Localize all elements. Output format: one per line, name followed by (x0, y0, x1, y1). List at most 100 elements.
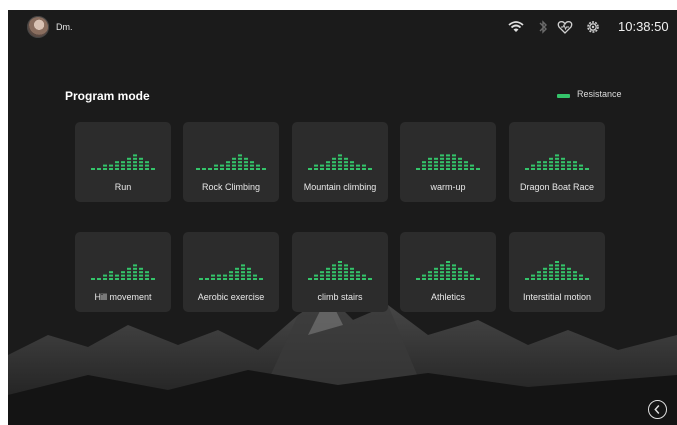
resistance-segment (428, 168, 432, 170)
resistance-segment (434, 164, 438, 167)
resistance-segment (416, 278, 420, 280)
gear-icon[interactable] (584, 18, 602, 36)
resistance-segment (326, 161, 330, 164)
resistance-segment (350, 161, 354, 164)
resistance-segment (555, 168, 559, 170)
resistance-segment (561, 157, 565, 160)
program-card[interactable]: Aerobic exercise (183, 232, 279, 312)
resistance-segment (332, 274, 336, 277)
resistance-segment (344, 271, 348, 274)
resistance-segment (103, 274, 107, 277)
resistance-segment (235, 267, 239, 270)
resistance-segment (133, 154, 137, 157)
resistance-segment (446, 271, 450, 274)
resistance-segment (238, 164, 242, 167)
resistance-segment (573, 168, 577, 170)
resistance-segment (428, 274, 432, 277)
resistance-segment (214, 168, 218, 170)
resistance-segment (543, 168, 547, 170)
resistance-segment (446, 274, 450, 277)
resistance-segment (247, 278, 251, 280)
heart-icon[interactable] (556, 18, 574, 36)
resistance-segment (338, 161, 342, 164)
resistance-segment (332, 264, 336, 267)
resistance-segment (549, 264, 553, 267)
resistance-segment (139, 168, 143, 170)
program-card[interactable]: Run (75, 122, 171, 202)
resistance-segment (561, 274, 565, 277)
resistance-segment (308, 278, 312, 280)
resistance-segment (259, 278, 263, 280)
program-label: Hill movement (94, 292, 152, 302)
resistance-segment (458, 157, 462, 160)
resistance-segment (428, 278, 432, 280)
resistance-segment (121, 164, 125, 167)
resistance-segment (555, 278, 559, 280)
resistance-segment (470, 278, 474, 280)
resistance-segment (127, 168, 131, 170)
wifi-icon[interactable] (507, 18, 525, 36)
program-card[interactable]: warm-up (400, 122, 496, 202)
resistance-segment (241, 271, 245, 274)
resistance-segment (145, 168, 149, 170)
program-card[interactable]: Rock Climbing (183, 122, 279, 202)
resistance-segment (537, 278, 541, 280)
resistance-segment (320, 271, 324, 274)
program-card[interactable]: Mountain climbing (292, 122, 388, 202)
resistance-segment (434, 161, 438, 164)
program-card[interactable]: Interstitial motion (509, 232, 605, 312)
resistance-segment (139, 267, 143, 270)
bluetooth-icon[interactable] (534, 18, 552, 36)
program-mode-screen: Dm. 10:38:50 Program mode Resistance Run… (8, 10, 677, 425)
program-card[interactable]: Athletics (400, 232, 496, 312)
resistance-segment (549, 168, 553, 170)
resistance-segment (115, 168, 119, 170)
resistance-segment (440, 271, 444, 274)
resistance-segment (531, 168, 535, 170)
resistance-profile (308, 261, 372, 280)
resistance-segment (350, 164, 354, 167)
resistance-segment (109, 278, 113, 280)
resistance-segment (368, 168, 372, 170)
resistance-segment (567, 161, 571, 164)
resistance-segment (452, 278, 456, 280)
program-card[interactable]: Dragon Boat Race (509, 122, 605, 202)
resistance-segment (133, 271, 137, 274)
resistance-segment (476, 168, 480, 170)
program-label: warm-up (430, 182, 466, 192)
resistance-segment (320, 278, 324, 280)
resistance-segment (416, 168, 420, 170)
back-button[interactable] (648, 400, 667, 419)
resistance-segment (543, 161, 547, 164)
resistance-segment (314, 278, 318, 280)
resistance-segment (344, 267, 348, 270)
resistance-segment (561, 278, 565, 280)
resistance-segment (232, 168, 236, 170)
resistance-segment (211, 278, 215, 280)
resistance-segment (476, 278, 480, 280)
resistance-segment (452, 154, 456, 157)
resistance-segment (555, 267, 559, 270)
resistance-segment (458, 274, 462, 277)
resistance-segment (446, 157, 450, 160)
resistance-segment (127, 278, 131, 280)
resistance-segment (537, 164, 541, 167)
avatar[interactable] (27, 16, 49, 38)
resistance-segment (338, 267, 342, 270)
resistance-segment (244, 157, 248, 160)
resistance-segment (127, 271, 131, 274)
resistance-segment (127, 161, 131, 164)
resistance-segment (585, 168, 589, 170)
resistance-segment (103, 164, 107, 167)
program-card[interactable]: Hill movement (75, 232, 171, 312)
resistance-segment (555, 161, 559, 164)
resistance-profile (199, 264, 263, 280)
resistance-segment (440, 157, 444, 160)
resistance-segment (458, 267, 462, 270)
program-card[interactable]: climb stairs (292, 232, 388, 312)
resistance-segment (567, 278, 571, 280)
resistance-segment (326, 267, 330, 270)
resistance-segment (226, 164, 230, 167)
resistance-segment (241, 267, 245, 270)
username: Dm. (56, 22, 73, 32)
